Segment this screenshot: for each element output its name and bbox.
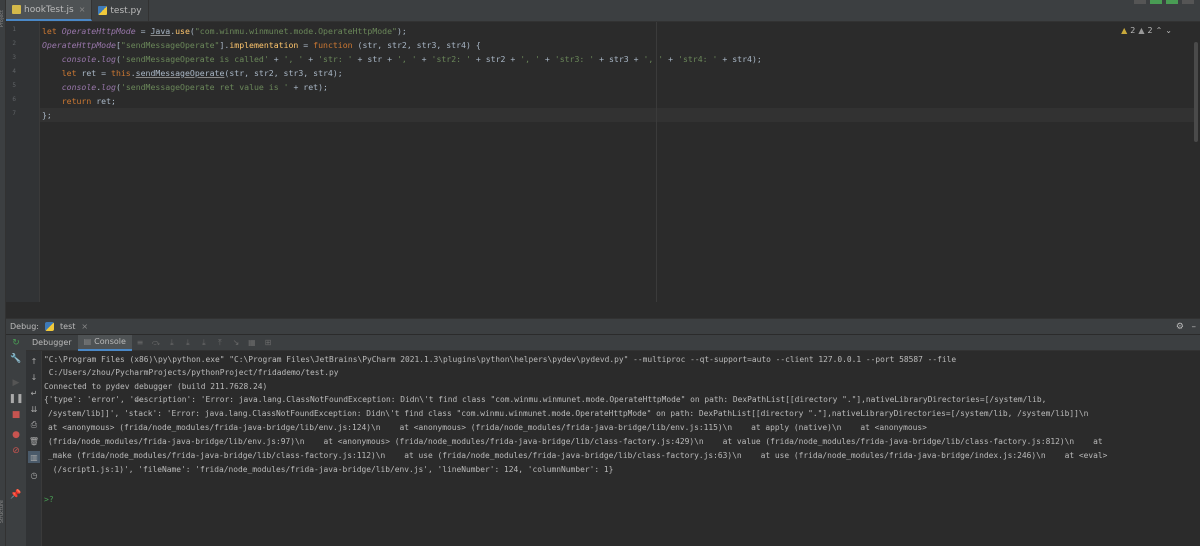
structure-tool-label[interactable]: Structure	[0, 500, 5, 523]
code-line-6[interactable]: return ret;	[42, 94, 116, 108]
stop-icon[interactable]: ■	[10, 409, 22, 421]
line-number: 4	[12, 68, 16, 75]
mute-breakpoints-icon[interactable]: ⊘	[10, 445, 22, 457]
console-icon: ▤	[83, 337, 92, 346]
tab-debugger[interactable]: Debugger	[26, 335, 78, 351]
history-icon[interactable]: ◷	[28, 469, 40, 481]
weak-warning-icon: ▲	[1138, 26, 1145, 35]
step-over-icon[interactable]: ⤼	[151, 338, 161, 348]
evaluate-icon[interactable]: ▦	[247, 338, 257, 348]
console-line: (/script1.js:1)', 'fileName': 'frida/nod…	[48, 465, 614, 474]
debug-actions-bar: ↻ 🔧 ▶ ❚❚ ■ ● ⊘ 📌	[6, 335, 26, 546]
chevron-down-icon[interactable]: ⌄	[1165, 26, 1172, 35]
tab-test-py[interactable]: test.py	[92, 0, 149, 21]
console-line: C:/Users/zhou/PycharmProjects/pythonProj…	[44, 368, 339, 377]
debug-config-tab[interactable]: test	[60, 322, 75, 331]
code-line-4[interactable]: let ret = this.sendMessageOperate(str, s…	[42, 66, 343, 80]
console-actions-bar: ↑ ↓ ↵ ⇊ ⎙ 🗑 ▥ ◷	[26, 351, 42, 546]
right-margin-guide	[656, 22, 657, 302]
console-line: _make (frida/node_modules/frida-java-bri…	[48, 451, 1108, 460]
close-icon[interactable]: ×	[81, 322, 88, 331]
minimize-icon[interactable]: –	[1192, 322, 1197, 332]
console-line: {'type': 'error', 'description': 'Error:…	[44, 395, 1047, 404]
console-line: Connected to pydev debugger (build 211.7…	[44, 382, 268, 391]
tab-label: test.py	[110, 5, 142, 16]
run-to-cursor-icon[interactable]: ↘	[231, 338, 241, 348]
weak-warning-count: 2	[1147, 26, 1153, 35]
line-number: 6	[12, 96, 16, 103]
code-editor[interactable]: 1 2 3 4 5 6 7 let OperateHttpMode = Java…	[6, 22, 1200, 302]
inspection-widget[interactable]: ▲ 2 ▲ 2 ⌃ ⌄	[1121, 26, 1172, 35]
line-number: 7	[12, 110, 16, 117]
trash-icon[interactable]: 🗑	[28, 435, 40, 447]
soft-wrap-marker: ↵	[135, 395, 140, 404]
console-output[interactable]: "C:\Program Files (x86)\py\python.exe" "…	[42, 351, 1200, 546]
down-arrow-icon[interactable]: ↓	[28, 371, 40, 383]
line-number: 1	[12, 26, 16, 33]
code-line-7[interactable]: };	[40, 108, 1196, 122]
code-line-1[interactable]: let OperateHttpMode = Java.use("com.winm…	[42, 24, 407, 38]
up-arrow-icon[interactable]: ↑	[28, 355, 40, 367]
run-config-select[interactable]	[1134, 0, 1146, 4]
code-line-5[interactable]: console.log('sendMessageOperate ret valu…	[42, 80, 328, 94]
python-icon	[45, 322, 55, 331]
editor-gutter: 1 2 3 4 5 6 7	[6, 22, 40, 302]
tab-console[interactable]: ▤ Console	[77, 334, 132, 351]
pin-icon[interactable]: 📌	[10, 489, 22, 501]
project-tool-label[interactable]: Project	[0, 10, 5, 27]
grid-icon[interactable]: ⊞	[263, 338, 273, 348]
warning-count: 2	[1130, 26, 1136, 35]
gear-icon[interactable]: ⚙	[1176, 322, 1184, 332]
print-icon[interactable]: ⎙	[28, 419, 40, 431]
step-out-icon[interactable]: ⤒	[215, 338, 225, 348]
console-line: "C:\Program Files (x86)\py\python.exe" "…	[44, 355, 957, 364]
code-line-3[interactable]: console.log('sendMessageOperate is calle…	[42, 52, 762, 66]
tab-hooktest-js[interactable]: hookTest.js ×	[6, 0, 93, 21]
resume-icon[interactable]: ▶	[10, 377, 22, 389]
chevron-up-icon[interactable]: ⌃	[1156, 26, 1163, 35]
console-prompt[interactable]: >?	[44, 495, 54, 504]
soft-wrap-icon[interactable]: ↵	[28, 387, 40, 399]
editor-scrollbar[interactable]	[1194, 42, 1198, 142]
console-scrollbar[interactable]	[1194, 351, 1200, 546]
run-controls	[1134, 0, 1194, 5]
debug-label: Debug:	[10, 322, 40, 331]
line-number: 2	[12, 40, 16, 47]
variables-view-icon[interactable]: ▥	[28, 451, 40, 463]
pause-icon[interactable]: ❚❚	[8, 393, 23, 405]
step-into-icon[interactable]: ⤓	[167, 338, 177, 348]
console-line: /system/lib]]', 'stack': 'Error: java.la…	[48, 409, 1089, 418]
code-area[interactable]: let OperateHttpMode = Java.use("com.winm…	[40, 22, 1200, 302]
python-file-icon	[98, 6, 108, 15]
stop-icon[interactable]	[1182, 0, 1194, 4]
view-breakpoints-icon[interactable]: ●	[10, 429, 22, 441]
scroll-to-end-icon[interactable]: ⇊	[28, 403, 40, 415]
console-line: at <anonymous> (frida/node_modules/frida…	[48, 423, 927, 432]
menu-icon[interactable]: ≡	[135, 338, 145, 348]
warning-icon: ▲	[1121, 26, 1128, 35]
debug-toolbar: Debugger ▤ Console ≡ ⤼ ⤓ ⤓ ⤓ ⤒ ↘ ▦ ⊞	[6, 334, 1200, 351]
tab-label: hookTest.js	[24, 4, 74, 15]
force-step-into-icon[interactable]: ⤓	[199, 338, 209, 348]
step-into-my-code-icon[interactable]: ⤓	[183, 338, 193, 348]
line-number: 5	[12, 82, 16, 89]
console-line: (frida/node_modules/frida-java-bridge/li…	[48, 437, 1103, 446]
line-number: 3	[12, 54, 16, 61]
js-file-icon	[12, 5, 21, 14]
debug-tool-window-header: Debug: test × ⚙ –	[6, 318, 1200, 334]
rerun-icon[interactable]: ↻	[10, 337, 22, 349]
close-icon[interactable]: ×	[79, 5, 86, 14]
run-icon[interactable]	[1150, 0, 1162, 4]
editor-tab-bar: hookTest.js × test.py	[6, 0, 1200, 22]
debug-icon[interactable]	[1166, 0, 1178, 4]
settings-wrench-icon[interactable]: 🔧	[10, 353, 22, 365]
code-line-2[interactable]: OperateHttpMode["sendMessageOperate"].im…	[42, 38, 481, 52]
